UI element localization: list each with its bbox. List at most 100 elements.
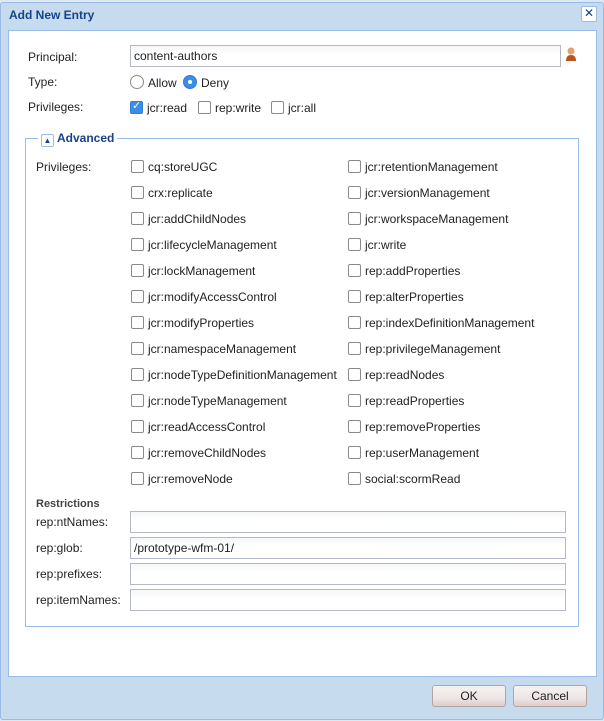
advanced-privilege-checkbox[interactable]: crx:replicate	[131, 186, 213, 200]
radio-label: Allow	[148, 76, 177, 90]
checkbox-label: rep:alterProperties	[365, 290, 464, 304]
checkbox-label: rep:readProperties	[365, 394, 465, 408]
checkbox-icon	[198, 101, 211, 114]
advanced-privilege-checkbox[interactable]: cq:storeUGC	[131, 160, 217, 174]
checkbox-icon	[131, 238, 144, 251]
radio-icon	[183, 75, 197, 89]
checkbox-label: jcr:modifyProperties	[148, 316, 255, 330]
restriction-input[interactable]	[130, 511, 566, 533]
privilege-jcr-read-checkbox[interactable]: jcr:read	[130, 99, 188, 115]
checkbox-icon	[131, 472, 144, 485]
checkbox-icon	[348, 160, 361, 173]
checkbox-label: jcr:nodeTypeManagement	[148, 394, 287, 408]
advanced-privilege-checkbox[interactable]: jcr:nodeTypeManagement	[131, 394, 287, 408]
restriction-label: rep:ntNames:	[36, 515, 109, 529]
advanced-title: Advanced	[57, 131, 115, 145]
restriction-input[interactable]	[130, 563, 566, 585]
advanced-fieldset: ▲ Advanced Privileges: cq:storeUGC crx:rep…	[25, 131, 579, 627]
checkbox-icon	[348, 394, 361, 407]
restriction-input[interactable]	[130, 589, 566, 611]
advanced-privilege-checkbox[interactable]: rep:alterProperties	[348, 290, 464, 304]
checkbox-icon	[131, 264, 144, 277]
advanced-privilege-checkbox[interactable]: jcr:nodeTypeDefinitionManagement	[131, 368, 337, 382]
restrictions-title: Restrictions	[36, 498, 100, 510]
advanced-privilege-checkbox[interactable]: rep:addProperties	[348, 264, 460, 278]
advanced-privilege-checkbox[interactable]: jcr:namespaceManagement	[131, 342, 296, 356]
checkbox-label: jcr:readAccessControl	[148, 420, 266, 434]
advanced-privilege-checkbox[interactable]: jcr:modifyProperties	[131, 316, 254, 330]
advanced-privilege-checkbox[interactable]: jcr:modifyAccessControl	[131, 290, 277, 304]
dialog-title: Add New Entry	[9, 8, 95, 22]
advanced-toggle[interactable]: ▲ Advanced	[38, 131, 118, 147]
advanced-privileges-label: Privileges:	[36, 160, 92, 174]
checkbox-icon	[131, 160, 144, 173]
advanced-privilege-checkbox[interactable]: jcr:lifecycleManagement	[131, 238, 277, 252]
checkbox-label: rep:privilegeManagement	[365, 342, 501, 356]
checkbox-label: jcr:namespaceManagement	[148, 342, 297, 356]
advanced-privilege-checkbox[interactable]: social:scormRead	[348, 472, 460, 486]
checkbox-label: jcr:retentionManagement	[365, 160, 498, 174]
ok-button[interactable]: OK	[432, 685, 506, 707]
restriction-label: rep:itemNames:	[36, 593, 121, 607]
checkbox-icon	[131, 186, 144, 199]
checkbox-label: cq:storeUGC	[148, 160, 218, 174]
checkbox-icon	[348, 238, 361, 251]
checkbox-icon	[348, 264, 361, 277]
cancel-button[interactable]: Cancel	[513, 685, 587, 707]
restriction-input[interactable]: /prototype-wfm-01/	[130, 537, 566, 559]
advanced-privilege-checkbox[interactable]: rep:removeProperties	[348, 420, 480, 434]
checkbox-label: jcr:addChildNodes	[148, 212, 247, 226]
checkbox-icon	[131, 446, 144, 459]
checkbox-label: jcr:removeNode	[148, 472, 233, 486]
advanced-privilege-checkbox[interactable]: jcr:readAccessControl	[131, 420, 265, 434]
privileges-label: Privileges:	[28, 100, 84, 114]
checkbox-icon	[271, 101, 284, 114]
user-icon[interactable]	[565, 46, 577, 62]
advanced-privilege-checkbox[interactable]: rep:privilegeManagement	[348, 342, 500, 356]
principal-input[interactable]: content-authors	[130, 45, 561, 67]
checkbox-icon	[348, 472, 361, 485]
advanced-privilege-checkbox[interactable]: jcr:versionManagement	[348, 186, 490, 200]
checkbox-icon	[131, 394, 144, 407]
checkbox-icon	[348, 290, 361, 303]
type-deny-radio[interactable]: Deny	[183, 75, 229, 90]
checkbox-label: social:scormRead	[365, 472, 461, 486]
advanced-privilege-checkbox[interactable]: rep:userManagement	[348, 446, 479, 460]
checkbox-icon	[348, 186, 361, 199]
advanced-privilege-checkbox[interactable]: rep:readProperties	[348, 394, 464, 408]
checkbox-label: jcr:nodeTypeDefinitionManagement	[148, 368, 337, 382]
advanced-privilege-checkbox[interactable]: rep:indexDefinitionManagement	[348, 316, 534, 330]
checkbox-icon	[131, 368, 144, 381]
checkbox-label: rep:userManagement	[365, 446, 480, 460]
checkbox-label: rep:addProperties	[365, 264, 461, 278]
advanced-privilege-checkbox[interactable]: jcr:lockManagement	[131, 264, 255, 278]
checkbox-icon	[348, 342, 361, 355]
advanced-privilege-checkbox[interactable]: jcr:retentionManagement	[348, 160, 498, 174]
checkbox-icon	[130, 99, 143, 114]
checkbox-label: rep:write	[215, 101, 262, 115]
checkbox-icon	[348, 316, 361, 329]
advanced-privilege-checkbox[interactable]: jcr:removeNode	[131, 472, 233, 486]
radio-icon	[130, 75, 144, 89]
checkbox-icon	[348, 446, 361, 459]
checkbox-label: jcr:lifecycleManagement	[148, 238, 277, 252]
checkbox-label: jcr:read	[147, 101, 188, 115]
checkbox-label: jcr:write	[365, 238, 407, 252]
advanced-privilege-checkbox[interactable]: jcr:workspaceManagement	[348, 212, 508, 226]
privilege-rep-write-checkbox[interactable]: rep:write	[198, 101, 261, 115]
checkbox-label: crx:replicate	[148, 186, 213, 200]
checkbox-label: jcr:workspaceManagement	[365, 212, 509, 226]
type-allow-radio[interactable]: Allow	[130, 75, 177, 90]
advanced-privilege-checkbox[interactable]: jcr:write	[348, 238, 406, 252]
advanced-privilege-checkbox[interactable]: jcr:removeChildNodes	[131, 446, 266, 460]
privilege-jcr-all-checkbox[interactable]: jcr:all	[271, 101, 316, 115]
checkbox-label: jcr:versionManagement	[365, 186, 490, 200]
close-icon[interactable]: ✕	[581, 6, 597, 22]
advanced-privilege-checkbox[interactable]: rep:readNodes	[348, 368, 444, 382]
advanced-privilege-checkbox[interactable]: jcr:addChildNodes	[131, 212, 246, 226]
checkbox-icon	[131, 342, 144, 355]
collapse-icon: ▲	[41, 134, 54, 147]
checkbox-icon	[131, 316, 144, 329]
dialog-body: Principal: content-authors Type: Allow D…	[8, 30, 597, 677]
checkbox-label: jcr:all	[288, 101, 317, 115]
